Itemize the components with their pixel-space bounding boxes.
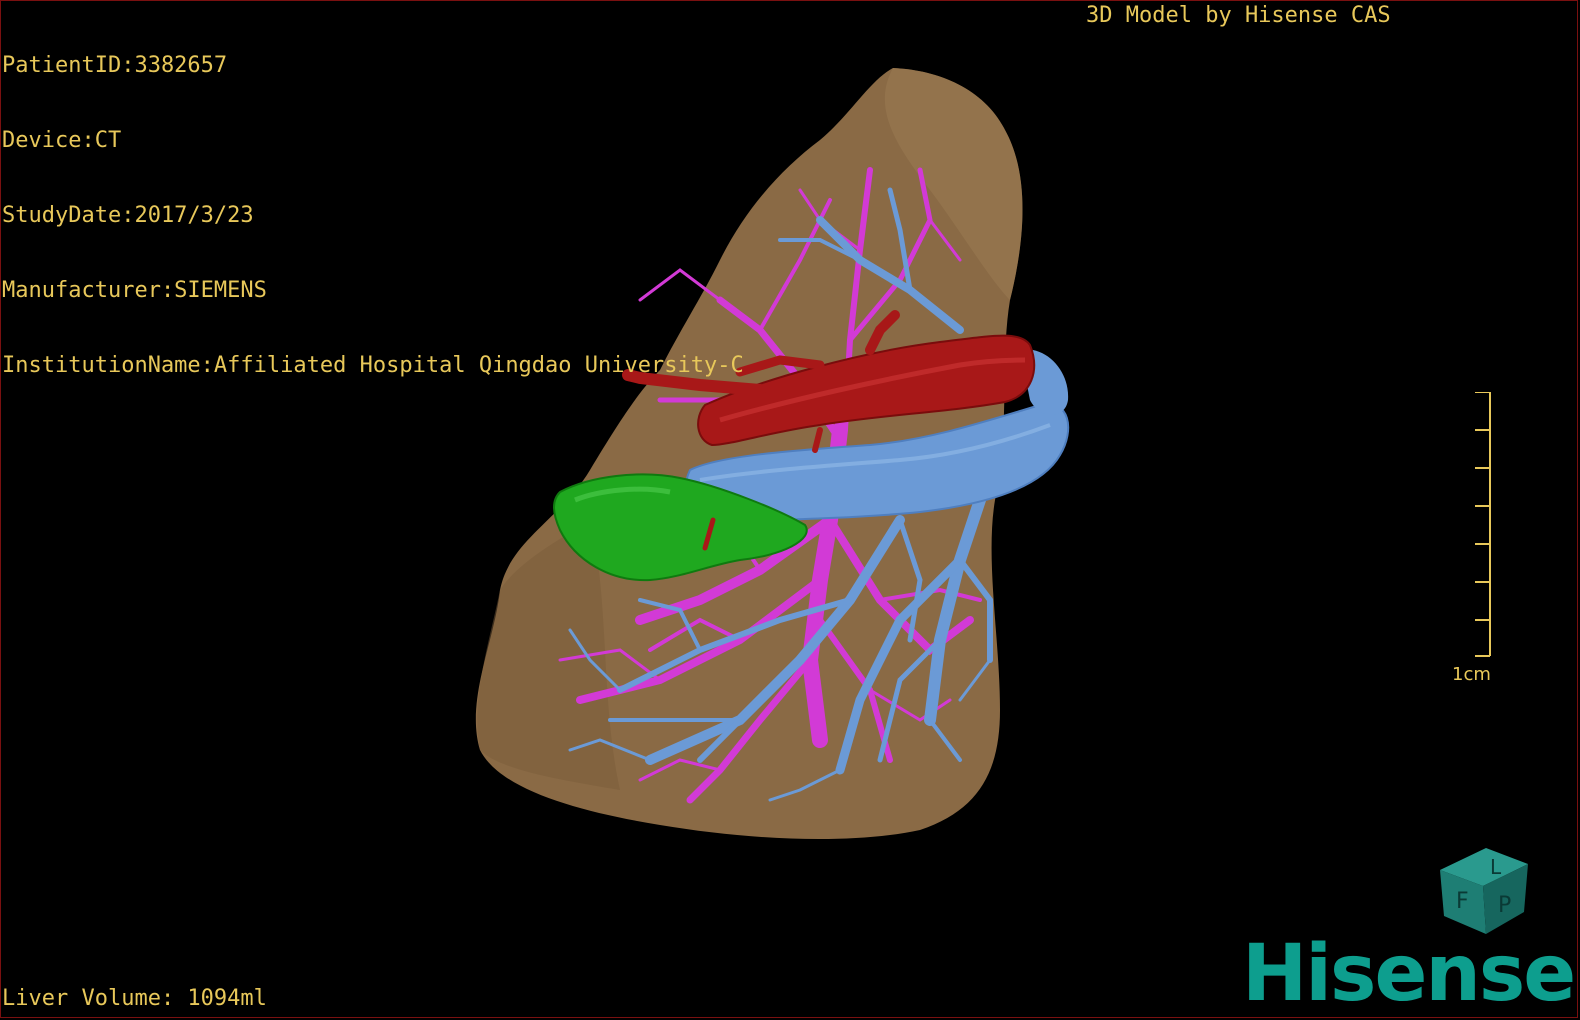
scale-bar xyxy=(1475,392,1491,657)
manufacturer-text: Manufacturer:SIEMENS xyxy=(2,278,267,303)
model-credit: 3D Model by Hisense CAS xyxy=(1086,3,1391,28)
scale-label: 1cm xyxy=(1452,664,1491,685)
hisense-logo: Hisense xyxy=(1242,929,1576,1019)
cube-label-p: P xyxy=(1498,893,1511,918)
liver-volume-text: Liver Volume: 1094ml xyxy=(2,986,267,1011)
device-text: Device:CT xyxy=(2,128,122,153)
institution-text: InstitutionName:Affiliated Hospital Qing… xyxy=(2,353,744,378)
cube-label-f: F xyxy=(1456,889,1469,914)
study-date-text: StudyDate:2017/3/23 xyxy=(2,203,254,228)
patient-id-text: PatientID:3382657 xyxy=(2,53,228,78)
orientation-cube[interactable]: F L P xyxy=(1428,840,1538,940)
patient-info-overlay: PatientID:3382657 Device:CT StudyDate:20… xyxy=(2,3,744,403)
cube-label-l: L xyxy=(1490,855,1502,879)
